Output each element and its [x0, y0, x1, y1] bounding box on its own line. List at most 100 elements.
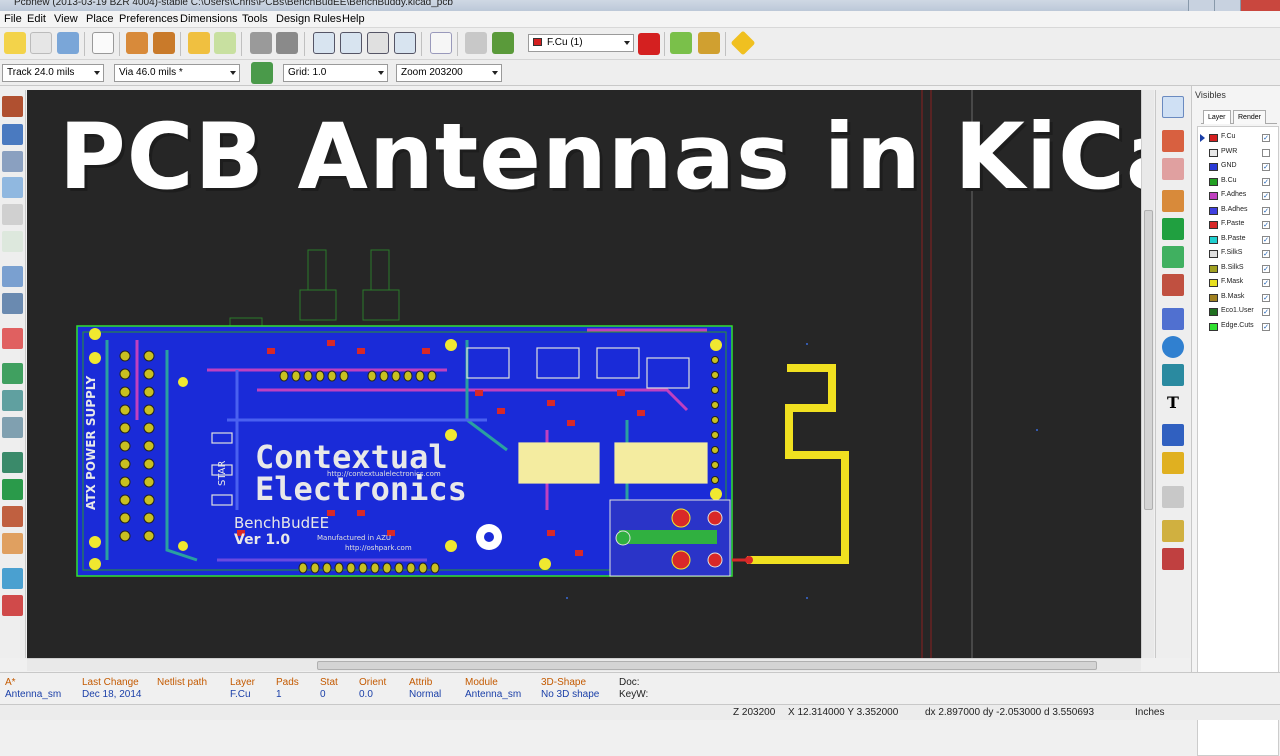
track-width-select[interactable]: Track 24.0 mils [2, 64, 104, 82]
layer-pair-icon[interactable] [638, 33, 660, 55]
new-board-icon[interactable] [4, 32, 26, 54]
layer-row[interactable]: GND ✓ [1198, 160, 1278, 174]
drc-off-icon[interactable] [2, 96, 23, 117]
zone-fill-icon[interactable] [2, 363, 23, 384]
layer-color-swatch[interactable] [1209, 250, 1218, 258]
layer-row[interactable]: B.Adhes ✓ [1198, 204, 1278, 218]
drc-icon[interactable] [492, 32, 514, 54]
layer-color-swatch[interactable] [1209, 177, 1218, 186]
grid-select[interactable]: Grid: 1.0 [283, 64, 388, 82]
layer-row[interactable]: F.Mask ✓ [1198, 276, 1278, 290]
menu-view[interactable]: View [54, 13, 78, 25]
layer-row[interactable]: PWR [1198, 146, 1278, 160]
via-sketch-icon[interactable] [2, 479, 23, 500]
units-mm-icon[interactable] [2, 204, 23, 225]
layer-visible-checkbox[interactable]: ✓ [1262, 235, 1270, 244]
print-icon[interactable] [250, 32, 272, 54]
zoom-fit-icon[interactable] [394, 32, 416, 54]
layer-visible-checkbox[interactable]: ✓ [1262, 192, 1270, 200]
add-arc-icon[interactable] [1162, 364, 1184, 386]
layer-row[interactable]: Edge.Cuts ✓ [1198, 320, 1278, 334]
layer-row[interactable]: B.Cu ✓ [1198, 175, 1278, 189]
layer-color-swatch[interactable] [1209, 148, 1218, 157]
auto-place-icon[interactable] [698, 32, 720, 54]
high-contrast-icon[interactable] [2, 533, 23, 554]
warning-icon[interactable] [730, 30, 756, 56]
update-pcb-icon[interactable] [670, 32, 692, 54]
plot-icon[interactable] [276, 32, 298, 54]
menu-help[interactable]: Help [342, 13, 365, 25]
module-ratsnest-icon[interactable] [2, 293, 23, 314]
zoom-out-icon[interactable] [340, 32, 362, 54]
horizontal-scrollbar[interactable] [27, 658, 1141, 671]
layer-visible-checkbox[interactable]: ✓ [1262, 134, 1270, 142]
grid-toggle-icon[interactable] [2, 124, 23, 145]
layer-color-swatch[interactable] [1209, 308, 1218, 316]
zoom-in-icon[interactable] [313, 32, 335, 54]
layer-visible-checkbox[interactable]: ✓ [1262, 279, 1270, 287]
layer-row[interactable]: B.Mask ✓ [1198, 291, 1278, 305]
layer-row[interactable]: Eco1.User ✓ [1198, 305, 1278, 319]
menu-preferences[interactable]: Preferences [119, 13, 178, 25]
save-board-icon[interactable] [57, 32, 79, 54]
layer-visible-checkbox[interactable]: ✓ [1262, 221, 1270, 229]
layer-color-swatch[interactable] [1209, 163, 1218, 171]
find-icon[interactable] [430, 32, 452, 54]
via-size-select[interactable]: Via 46.0 mils * [114, 64, 240, 82]
grid-origin-icon[interactable] [1162, 548, 1184, 570]
vertical-scroll-thumb[interactable] [1144, 210, 1153, 510]
menu-design-rules[interactable]: Design Rules [276, 13, 341, 25]
layer-row[interactable]: F.Cu ✓ [1198, 131, 1278, 145]
pad-sketch-icon[interactable] [2, 452, 23, 473]
layer-color-swatch[interactable] [1209, 264, 1218, 273]
tab-render[interactable]: Render [1233, 110, 1266, 124]
tab-layer[interactable]: Layer [1203, 110, 1231, 124]
layer-color-swatch[interactable] [1209, 322, 1218, 331]
add-circle-icon[interactable] [1162, 336, 1184, 358]
zone-outline-icon[interactable] [2, 390, 23, 411]
module-library-icon[interactable] [153, 32, 175, 54]
layer-visible-checkbox[interactable]: ✓ [1262, 322, 1270, 331]
layer-select[interactable]: F.Cu (1) [528, 34, 634, 52]
minimize-button[interactable] [1188, 0, 1214, 11]
add-target-icon[interactable] [1162, 452, 1184, 474]
netlist-icon[interactable] [465, 32, 487, 54]
layer-color-swatch[interactable] [1209, 279, 1218, 287]
close-button[interactable] [1240, 0, 1280, 11]
pcb-canvas[interactable]: Contextual Electronics BenchBudEE Ver 1.… [27, 90, 1141, 658]
layer-visible-checkbox[interactable]: ✓ [1262, 264, 1270, 273]
layer-row[interactable]: B.SilkS ✓ [1198, 262, 1278, 276]
layer-visible-checkbox[interactable] [1262, 148, 1270, 157]
undo-icon[interactable] [188, 32, 210, 54]
redraw-icon[interactable] [367, 32, 389, 54]
auto-delete-track-icon[interactable] [2, 328, 23, 349]
layer-visible-checkbox[interactable]: ✓ [1262, 250, 1270, 258]
layer-row[interactable]: F.Paste ✓ [1198, 218, 1278, 232]
layer-color-swatch[interactable] [1209, 293, 1218, 302]
highlight-net-icon[interactable] [1162, 130, 1184, 152]
layer-visible-checkbox[interactable]: ✓ [1262, 206, 1270, 215]
layer-row[interactable]: B.Paste ✓ [1198, 233, 1278, 247]
layer-visible-checkbox[interactable]: ✓ [1262, 308, 1270, 316]
layer-visible-checkbox[interactable]: ✓ [1262, 177, 1270, 186]
layer-row[interactable]: F.SilkS ✓ [1198, 247, 1278, 261]
add-zone-icon[interactable] [1162, 246, 1184, 268]
menu-tools[interactable]: Tools [242, 13, 268, 25]
add-track-icon[interactable] [1162, 218, 1184, 240]
layer-color-swatch[interactable] [1209, 134, 1218, 142]
add-keepout-icon[interactable] [1162, 274, 1184, 296]
layer-color-swatch[interactable] [1209, 206, 1218, 215]
microwave-toolbar-icon[interactable] [2, 568, 23, 589]
layer-color-swatch[interactable] [1209, 221, 1218, 229]
layer-visible-checkbox[interactable]: ✓ [1262, 293, 1270, 302]
layer-visible-checkbox[interactable]: ✓ [1262, 163, 1270, 171]
horizontal-scroll-thumb[interactable] [317, 661, 1097, 670]
local-ratsnest-icon[interactable] [1162, 158, 1184, 180]
polar-coords-icon[interactable] [2, 151, 23, 172]
menu-file[interactable]: File [4, 13, 22, 25]
add-text-icon[interactable]: T [1162, 392, 1184, 414]
auto-track-width-icon[interactable] [251, 62, 273, 84]
layers-manager-icon[interactable] [2, 595, 23, 616]
maximize-button[interactable] [1214, 0, 1240, 11]
zoom-select[interactable]: Zoom 203200 [396, 64, 502, 82]
